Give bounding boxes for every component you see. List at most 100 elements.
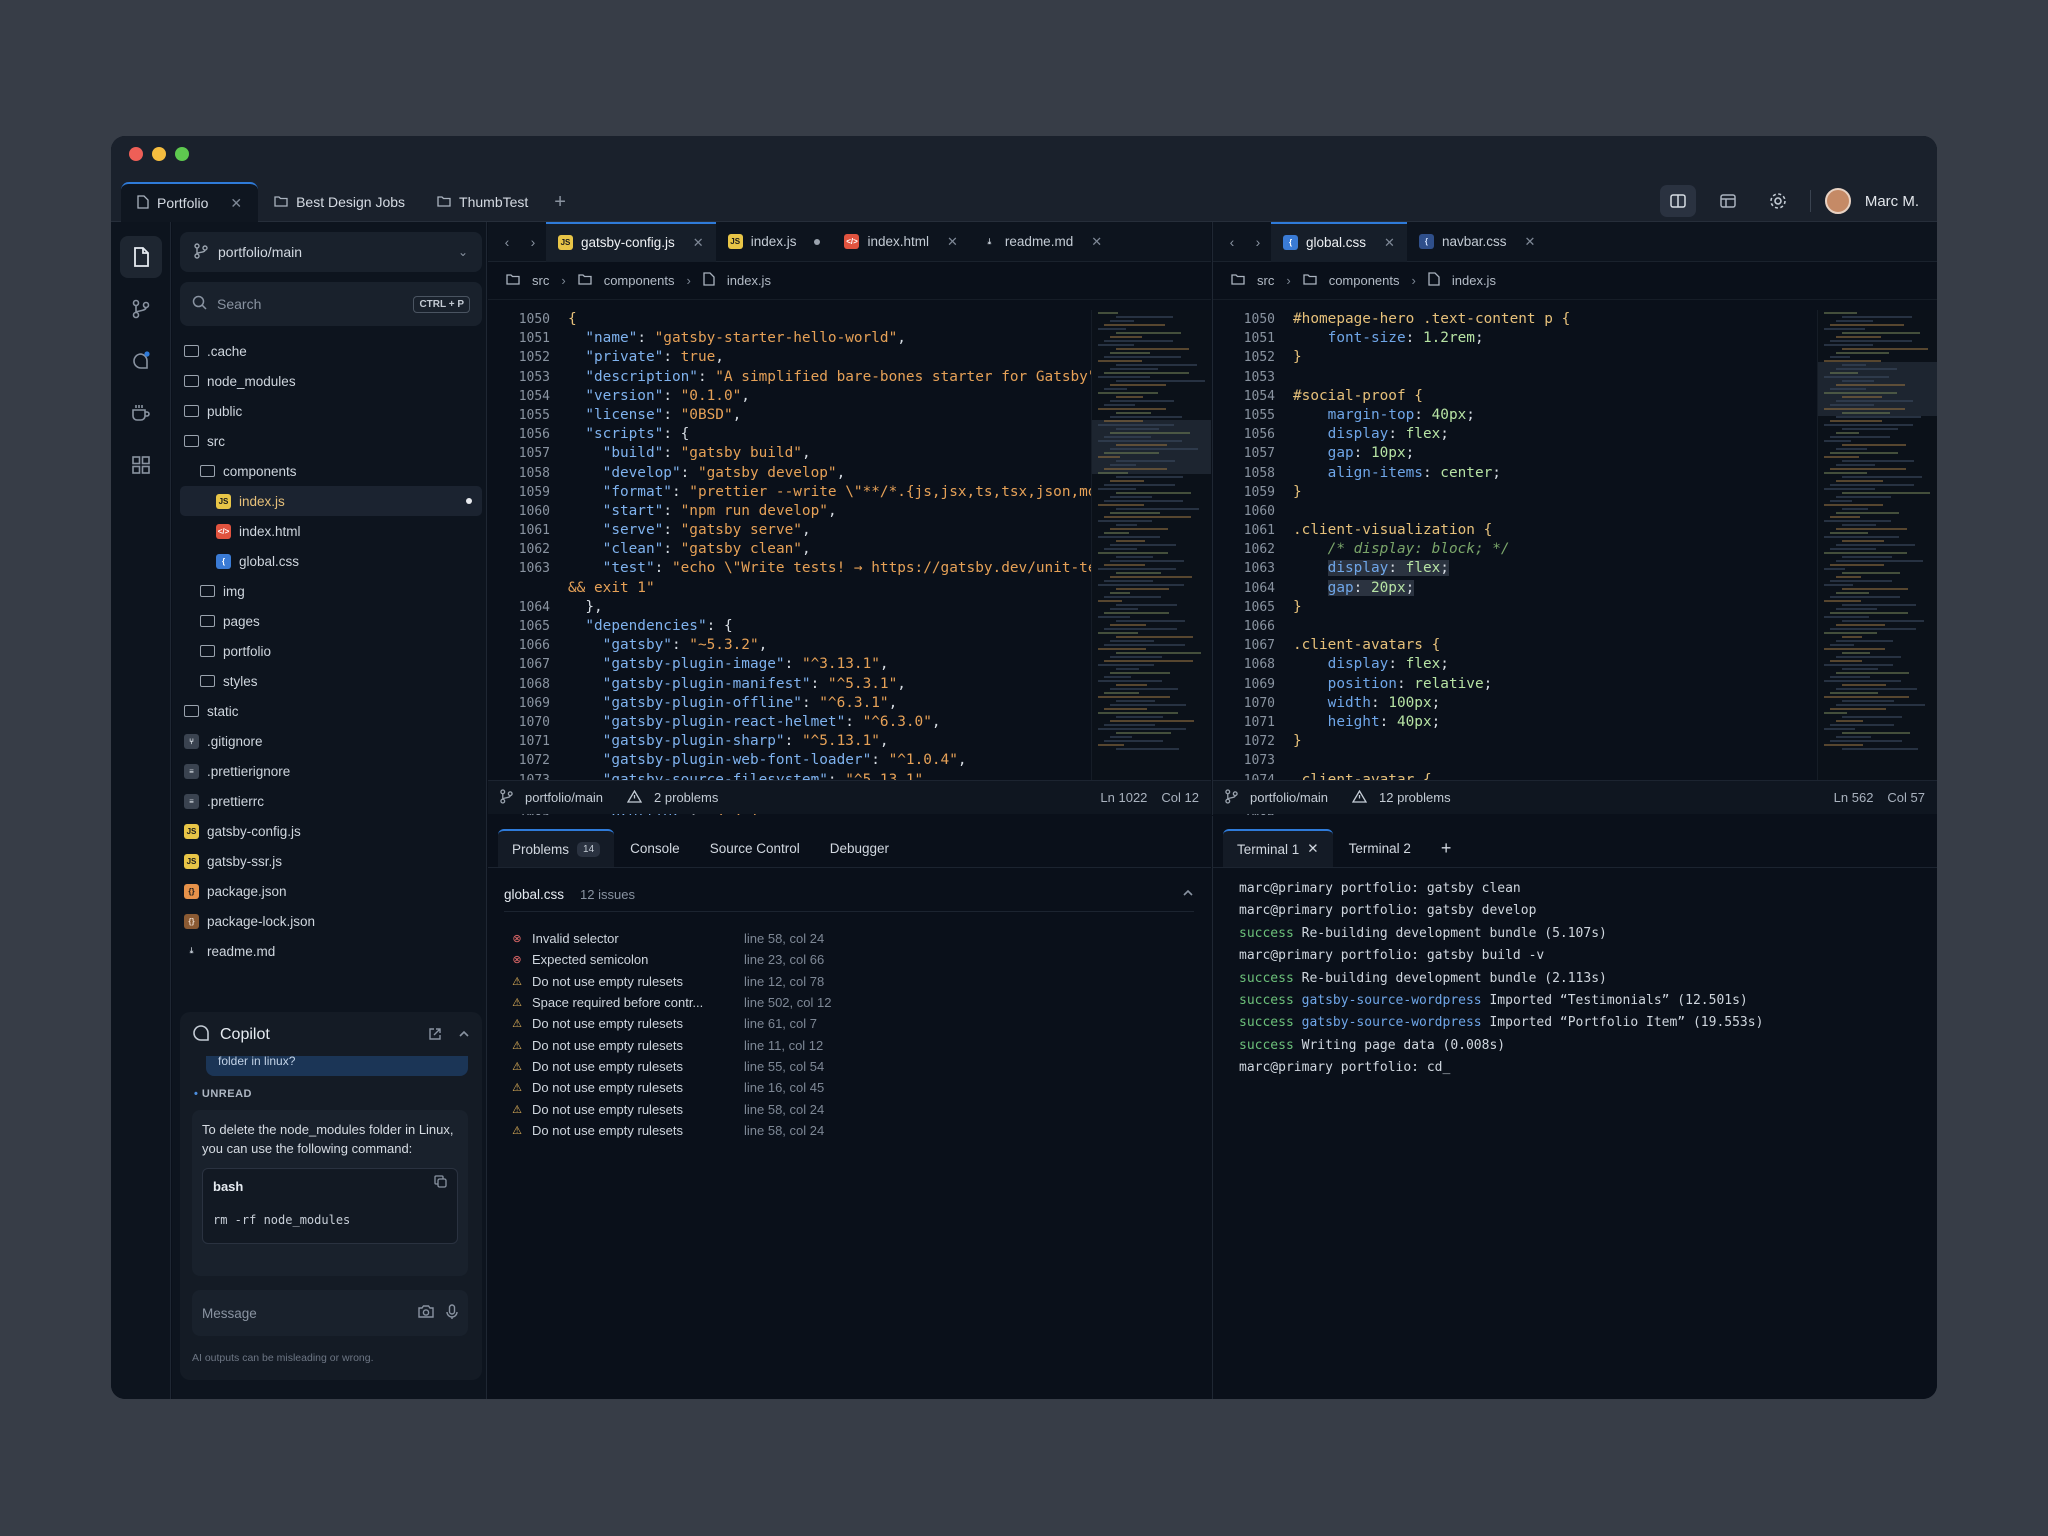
forward-icon[interactable]: › bbox=[520, 234, 546, 250]
tree-item[interactable]: {global.css bbox=[180, 546, 482, 576]
minimap[interactable] bbox=[1817, 310, 1937, 780]
panel-tab[interactable]: Debugger bbox=[816, 829, 903, 867]
branch-selector[interactable]: portfolio/main ⌄ bbox=[180, 232, 482, 272]
copy-icon[interactable] bbox=[434, 1175, 447, 1194]
breadcrumb-item[interactable]: src bbox=[532, 273, 549, 288]
avatar[interactable] bbox=[1824, 188, 1851, 214]
tree-item[interactable]: ≡ .prettierrc bbox=[180, 786, 482, 816]
maximize-window-button[interactable] bbox=[175, 147, 189, 161]
gear-icon[interactable] bbox=[1760, 185, 1796, 217]
terminal-tab[interactable]: Terminal 2 bbox=[1335, 829, 1425, 867]
issue-row[interactable]: ⚠ Do not use empty rulesets line 58, col 2… bbox=[510, 1098, 1190, 1119]
tree-item[interactable]: JS gatsby-ssr.js bbox=[180, 846, 482, 876]
minimap[interactable] bbox=[1091, 310, 1211, 780]
issue-row[interactable]: ⚠ Do not use empty rulesets line 12, col 7… bbox=[510, 971, 1190, 992]
tree-item[interactable]: .cache bbox=[180, 336, 482, 366]
issue-row[interactable]: ⊗ Expected semicolon line 23, col 66 bbox=[510, 949, 1190, 970]
workspace-tab[interactable]: ThumbTest bbox=[421, 182, 544, 222]
close-icon[interactable]: ✕ bbox=[1384, 235, 1395, 251]
issue-row[interactable]: ⚠ Space required before contr... line 502,… bbox=[510, 992, 1190, 1013]
editor-tab[interactable]: ⤓ readme.md ✕ bbox=[970, 222, 1114, 262]
issues-header[interactable]: global.css 12 issues bbox=[504, 878, 1194, 912]
tree-item[interactable]: components bbox=[180, 456, 482, 486]
tree-item[interactable]: JS index.js bbox=[180, 486, 482, 516]
workspace-tab[interactable]: Portfolio ✕ bbox=[121, 182, 259, 222]
close-icon[interactable]: ✕ bbox=[1091, 234, 1102, 250]
editor-tab[interactable]: </> index.html ✕ bbox=[832, 222, 969, 262]
close-icon[interactable]: ✕ bbox=[947, 234, 958, 250]
back-icon[interactable]: ‹ bbox=[1219, 234, 1245, 250]
close-icon[interactable]: ✕ bbox=[1525, 234, 1536, 250]
breadcrumb-item[interactable]: index.js bbox=[1452, 273, 1496, 288]
status-problems[interactable]: 12 problems bbox=[1379, 790, 1451, 805]
tree-item[interactable]: portfolio bbox=[180, 636, 482, 666]
tree-item[interactable]: JS gatsby-config.js bbox=[180, 816, 482, 846]
issue-row[interactable]: ⚠ Do not use empty rulesets line 55, col 5… bbox=[510, 1056, 1190, 1077]
tree-item[interactable]: src bbox=[180, 426, 482, 456]
camera-icon[interactable] bbox=[418, 1304, 434, 1323]
status-problems[interactable]: 2 problems bbox=[654, 790, 718, 805]
tree-item[interactable]: img bbox=[180, 576, 482, 606]
search-input[interactable]: Search CTRL + P bbox=[180, 282, 482, 326]
tree-item[interactable]: public bbox=[180, 396, 482, 426]
source-control-icon[interactable] bbox=[120, 288, 162, 330]
close-icon[interactable]: ✕ bbox=[693, 235, 704, 251]
status-branch[interactable]: portfolio/main bbox=[525, 790, 603, 805]
layout-icon[interactable] bbox=[1710, 185, 1746, 217]
editor-tab[interactable]: {navbar.css ✕ bbox=[1407, 222, 1547, 262]
panel-tab[interactable]: Console bbox=[616, 829, 694, 867]
minimize-window-button[interactable] bbox=[152, 147, 166, 161]
issue-row[interactable]: ⚠ Do not use empty rulesets line 11, col 1… bbox=[510, 1034, 1190, 1055]
editor-tab[interactable]: {global.css ✕ bbox=[1271, 222, 1407, 262]
tree-item[interactable]: ⑂ .gitignore bbox=[180, 726, 482, 756]
forward-icon[interactable]: › bbox=[1245, 234, 1271, 250]
external-link-icon[interactable] bbox=[428, 1027, 442, 1044]
back-icon[interactable]: ‹ bbox=[494, 234, 520, 250]
issue-row[interactable]: ⚠ Do not use empty rulesets line 16, col 4… bbox=[510, 1077, 1190, 1098]
issue-row[interactable]: ⊗ Invalid selector line 58, col 24 bbox=[510, 928, 1190, 949]
minimap-line bbox=[1836, 480, 1883, 482]
close-window-button[interactable] bbox=[129, 147, 143, 161]
user-name[interactable]: Marc M. bbox=[1865, 193, 1919, 210]
issue-row[interactable]: ⚠ Do not use empty rulesets line 58, col 2… bbox=[510, 1120, 1190, 1141]
editor-tab[interactable]: JS index.js bbox=[716, 222, 833, 262]
files-icon[interactable] bbox=[120, 236, 162, 278]
tree-item[interactable]: node_modules bbox=[180, 366, 482, 396]
extensions-icon[interactable] bbox=[120, 444, 162, 486]
tree-item[interactable]: styles bbox=[180, 666, 482, 696]
issue-row[interactable]: ⚠ Do not use empty rulesets line 61, col 7 bbox=[510, 1013, 1190, 1034]
chat-icon[interactable] bbox=[120, 340, 162, 382]
tree-item[interactable]: static bbox=[180, 696, 482, 726]
terminal-output[interactable]: marc@primary portfolio: gatsby clean marc… bbox=[1239, 878, 1763, 1080]
add-terminal-button[interactable]: + bbox=[1427, 829, 1466, 867]
panel-tab[interactable]: Source Control bbox=[696, 829, 814, 867]
panel-tab[interactable]: Problems 14 bbox=[498, 829, 615, 867]
tree-item[interactable]: ≡ .prettierignore bbox=[180, 756, 482, 786]
breadcrumb-item[interactable]: index.js bbox=[727, 273, 771, 288]
status-branch[interactable]: portfolio/main bbox=[1250, 790, 1328, 805]
add-tab-button[interactable]: + bbox=[544, 182, 576, 222]
terminal-text: Re-building development bundle (5.107s) bbox=[1293, 925, 1607, 941]
close-icon[interactable]: ✕ bbox=[1307, 841, 1318, 857]
coffee-icon[interactable] bbox=[120, 392, 162, 434]
breadcrumb-item[interactable]: src bbox=[1257, 273, 1274, 288]
microphone-icon[interactable] bbox=[446, 1303, 458, 1323]
workspace-tab[interactable]: Best Design Jobs bbox=[258, 182, 421, 222]
message-input[interactable]: Message bbox=[192, 1290, 468, 1336]
tree-item[interactable]: ⤓ readme.md bbox=[180, 936, 482, 966]
chevron-up-icon[interactable] bbox=[1182, 887, 1194, 902]
terminal-tab[interactable]: Terminal 1 ✕ bbox=[1223, 829, 1333, 867]
close-icon[interactable]: ✕ bbox=[230, 195, 242, 212]
minimap-line bbox=[1842, 332, 1920, 334]
tree-item[interactable]: {} package-lock.json bbox=[180, 906, 482, 936]
breadcrumb-item[interactable]: components bbox=[1329, 273, 1400, 288]
chevron-up-icon[interactable] bbox=[458, 1027, 470, 1044]
tree-item[interactable]: {} package.json bbox=[180, 876, 482, 906]
code-token: : bbox=[663, 502, 681, 519]
editor-tab[interactable]: JS gatsby-config.js ✕ bbox=[546, 222, 716, 262]
tree-item[interactable]: pages bbox=[180, 606, 482, 636]
breadcrumb-item[interactable]: components bbox=[604, 273, 675, 288]
split-view-icon[interactable] bbox=[1659, 185, 1696, 217]
tree-item[interactable]: </> index.html bbox=[180, 516, 482, 546]
tree-item-label: public bbox=[207, 403, 243, 419]
